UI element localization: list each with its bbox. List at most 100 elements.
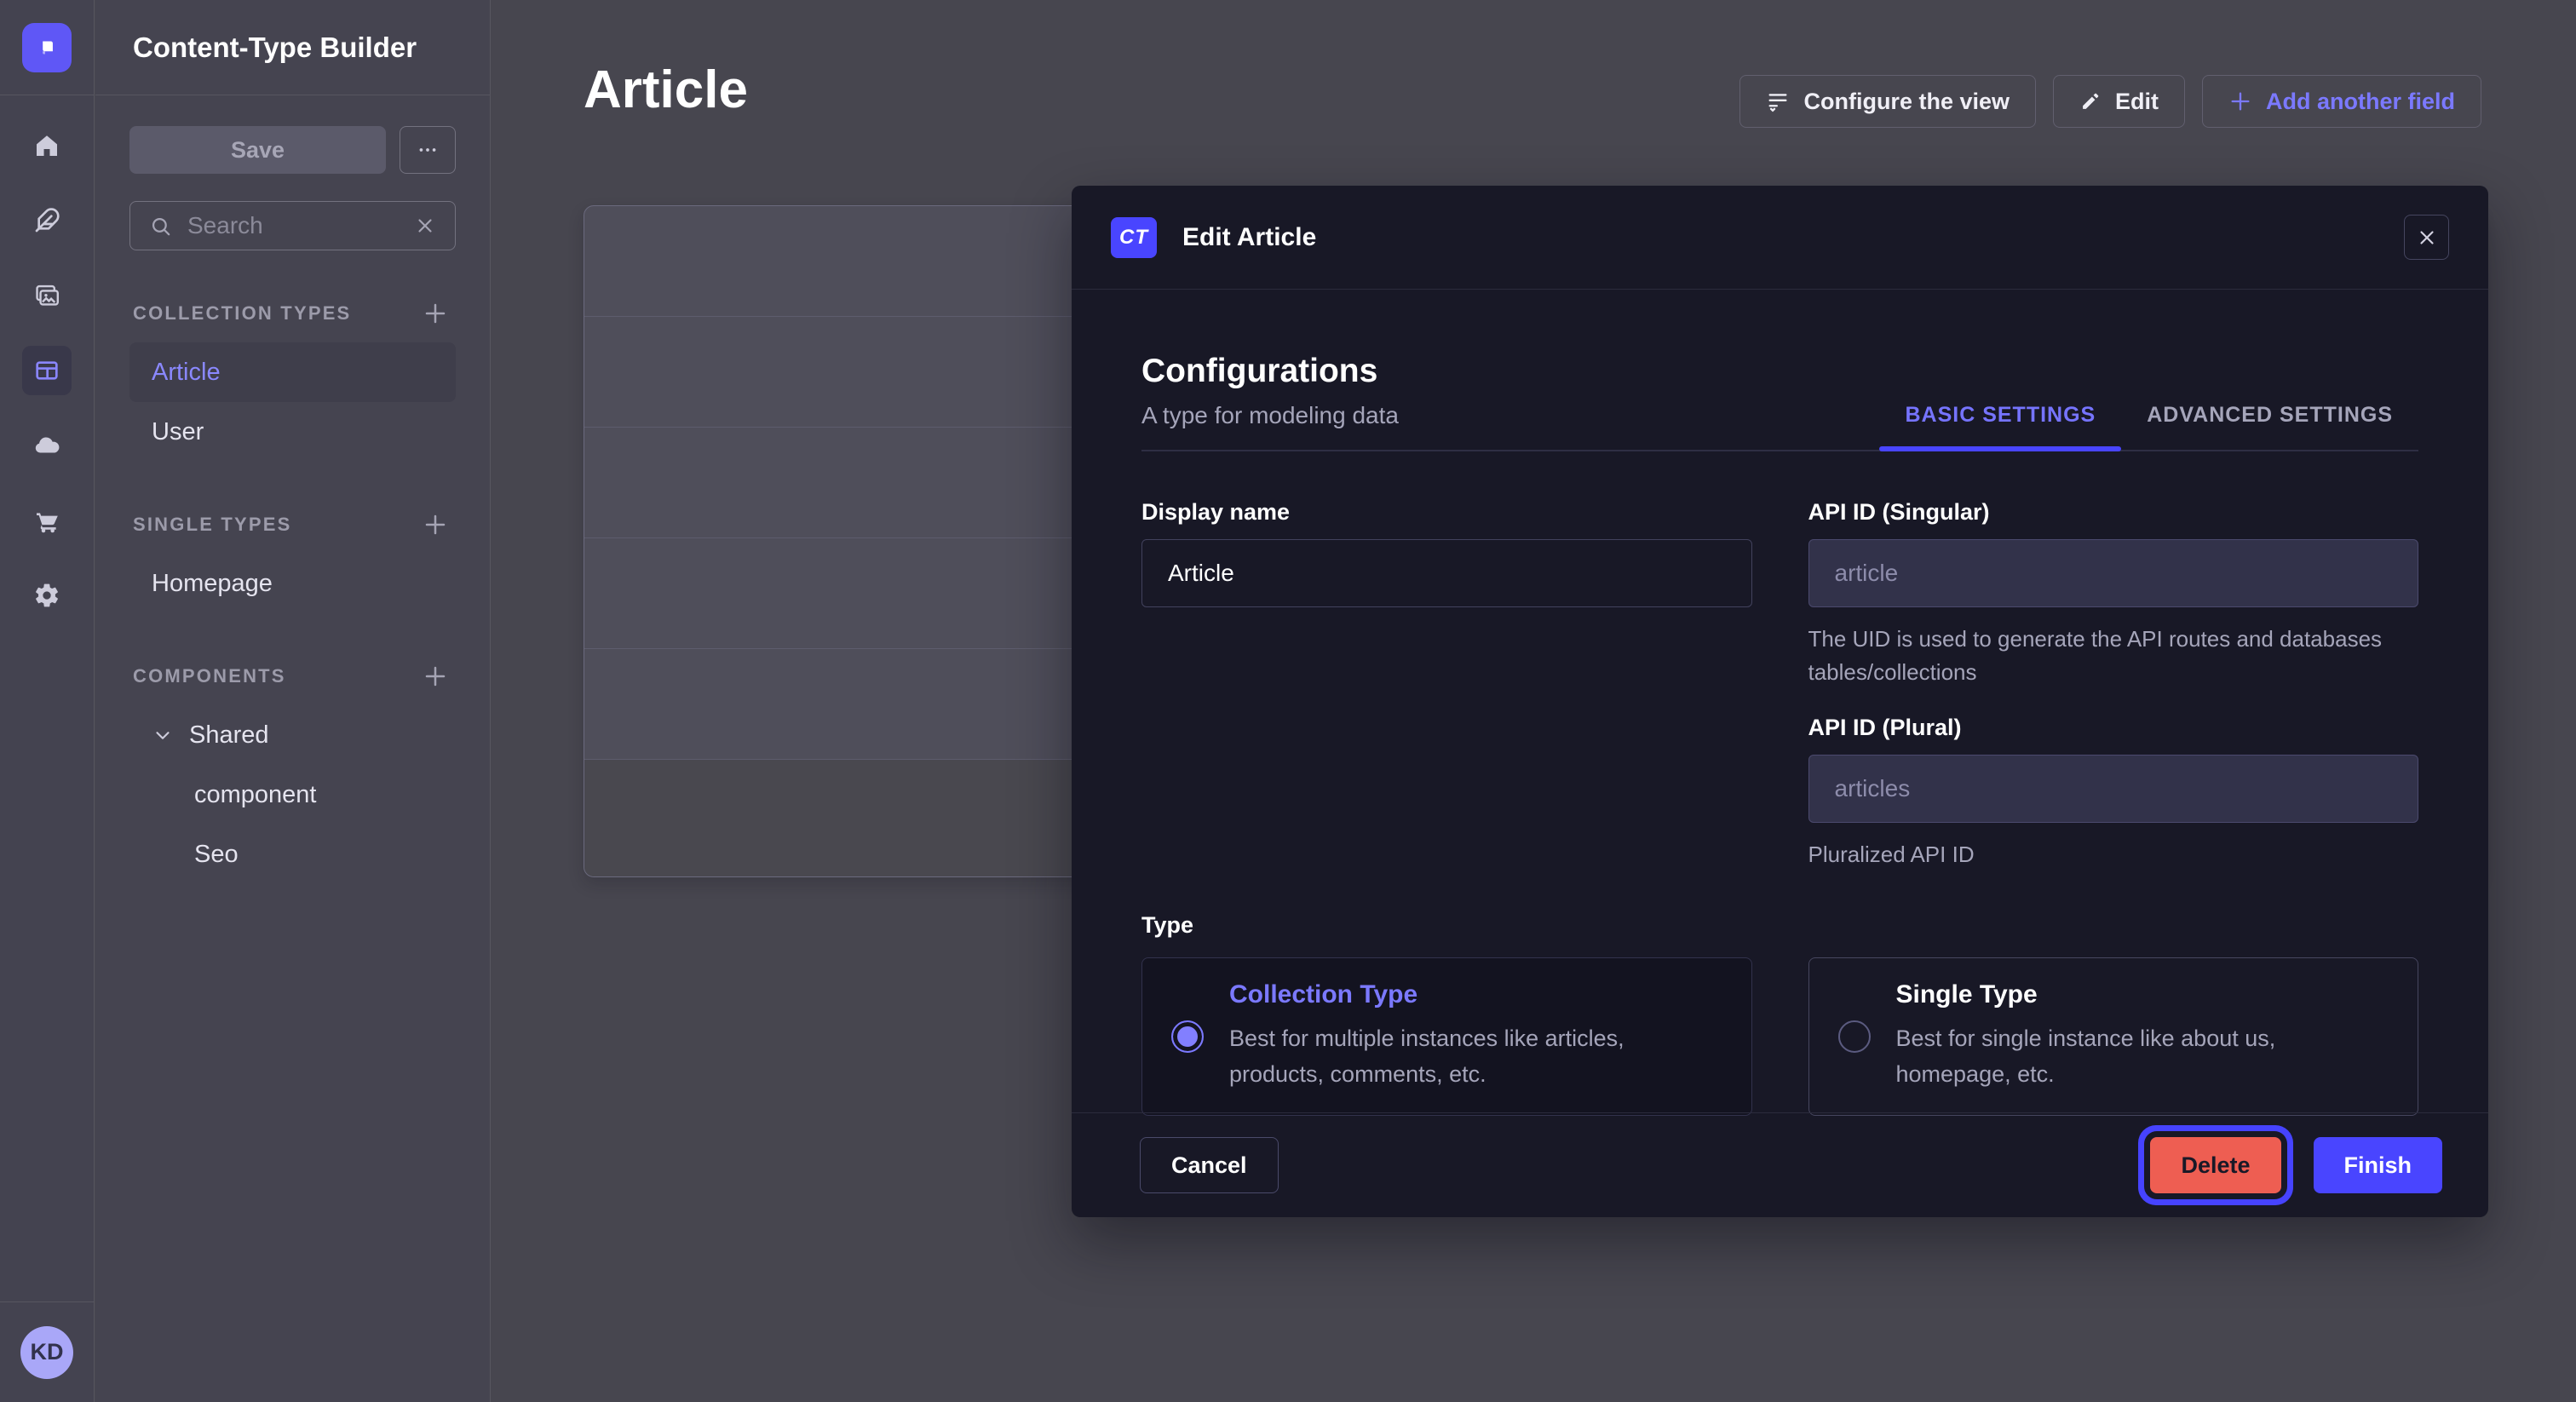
edit-button[interactable]: Edit xyxy=(2053,75,2185,128)
cloud-icon xyxy=(32,431,61,460)
sidebar-item-article[interactable]: Article xyxy=(129,342,456,402)
sidebar-header: Content-Type Builder xyxy=(95,0,490,95)
content-type-badge: CT xyxy=(1111,217,1157,258)
add-component-button[interactable] xyxy=(418,659,452,693)
settings-nav-button[interactable] xyxy=(22,571,72,620)
components-label: COMPONENTS xyxy=(133,665,286,687)
sidebar-item-homepage[interactable]: Homepage xyxy=(129,554,456,613)
collection-types-section: COLLECTION TYPES Article User xyxy=(129,296,456,462)
api-id-plural-label: API ID (Plural) xyxy=(1808,715,2419,741)
plus-icon xyxy=(423,664,448,689)
sidebar-item-seo[interactable]: Seo xyxy=(129,825,456,884)
type-options: Collection Type Best for multiple instan… xyxy=(1141,957,2418,1116)
nav-rail-footer: KD xyxy=(0,1301,94,1402)
add-another-field-button[interactable]: Add another field xyxy=(2202,75,2481,128)
modal-form: Display name API ID (Singular) The UID i… xyxy=(1141,499,2418,1116)
single-type-description: Best for single instance like about us, … xyxy=(1896,1021,2389,1093)
cancel-button[interactable]: Cancel xyxy=(1140,1137,1279,1193)
media-library-nav-button[interactable] xyxy=(22,271,72,320)
home-nav-button[interactable] xyxy=(22,121,72,170)
single-type-option[interactable]: Single Type Best for single instance lik… xyxy=(1808,957,2419,1116)
edit-content-type-modal: CT Edit Article Configurations A type fo… xyxy=(1072,186,2488,1217)
configure-view-button[interactable]: Configure the view xyxy=(1739,75,2036,128)
pencil-icon xyxy=(2079,90,2102,112)
close-icon xyxy=(2416,227,2438,249)
modal-section-head: Configurations A type for modeling data … xyxy=(1141,353,2418,451)
gear-icon xyxy=(33,582,60,609)
api-id-singular-field: API ID (Singular) The UID is used to gen… xyxy=(1808,499,2419,689)
configurations-subtitle: A type for modeling data xyxy=(1141,402,1399,429)
modal-title: Edit Article xyxy=(1182,223,1316,252)
search-input[interactable] xyxy=(187,212,399,239)
feather-icon xyxy=(33,207,60,234)
save-button[interactable]: Save xyxy=(129,126,386,174)
media-library-icon xyxy=(33,282,60,309)
single-types-label: SINGLE TYPES xyxy=(133,514,292,536)
delete-button[interactable]: Delete xyxy=(2150,1137,2280,1193)
collection-types-label: COLLECTION TYPES xyxy=(133,302,351,325)
search-icon xyxy=(149,215,172,238)
collection-type-description: Best for multiple instances like article… xyxy=(1229,1021,1722,1093)
configure-list-icon xyxy=(1766,89,1790,113)
page-title: Article xyxy=(584,60,748,120)
finish-button[interactable]: Finish xyxy=(2314,1137,2443,1193)
close-modal-button[interactable] xyxy=(2404,215,2449,260)
nav-rail-items xyxy=(22,121,72,620)
api-id-singular-hint: The UID is used to generate the API rout… xyxy=(1808,623,2419,689)
sidebar-body: Save COLLECTION TYPES Article Us xyxy=(95,95,490,884)
deploy-nav-button[interactable] xyxy=(22,421,72,470)
plus-icon xyxy=(2228,89,2252,113)
radio-selected-icon xyxy=(1171,1020,1204,1053)
shared-group-label: Shared xyxy=(189,721,269,750)
save-row: Save xyxy=(129,126,456,174)
main-content: Article Configure the view Edit Add anot… xyxy=(492,0,2576,1402)
search-box xyxy=(129,201,456,250)
content-type-builder-icon xyxy=(33,357,60,384)
display-name-input[interactable] xyxy=(1141,539,1752,607)
single-types-section: SINGLE TYPES Homepage xyxy=(129,508,456,613)
modal-footer: Cancel Delete Finish xyxy=(1072,1112,2488,1217)
header-actions: Configure the view Edit Add another fiel… xyxy=(1739,75,2481,128)
plus-icon xyxy=(423,301,448,326)
sidebar-item-user[interactable]: User xyxy=(129,402,456,462)
api-id-plural-input xyxy=(1808,755,2419,823)
content-manager-nav-button[interactable] xyxy=(22,196,72,245)
marketplace-nav-button[interactable] xyxy=(22,496,72,545)
settings-tabs: BASIC SETTINGS ADVANCED SETTINGS xyxy=(1879,403,2418,450)
single-type-title: Single Type xyxy=(1896,980,2389,1009)
sidebar-title: Content-Type Builder xyxy=(133,32,417,64)
display-name-label: Display name xyxy=(1141,499,1752,526)
ellipsis-icon xyxy=(417,139,439,161)
display-name-field: Display name xyxy=(1141,499,1752,689)
sidebar-item-component[interactable]: component xyxy=(129,765,456,825)
collection-type-option[interactable]: Collection Type Best for multiple instan… xyxy=(1141,957,1752,1116)
nav-rail-header xyxy=(0,0,94,95)
components-section: COMPONENTS Shared component Seo xyxy=(129,659,456,884)
tab-basic-settings[interactable]: BASIC SETTINGS xyxy=(1879,403,2121,450)
strapi-logo[interactable] xyxy=(22,23,72,72)
content-type-builder-sidebar: Content-Type Builder Save COLLECTION TYP… xyxy=(95,0,491,1402)
type-label: Type xyxy=(1141,912,2418,939)
plus-icon xyxy=(423,512,448,537)
clear-search-icon[interactable] xyxy=(414,215,436,237)
chevron-down-icon xyxy=(152,724,174,746)
strapi-logo-icon xyxy=(33,34,60,61)
configurations-title: Configurations xyxy=(1141,353,1399,390)
sidebar-group-shared[interactable]: Shared xyxy=(129,705,456,765)
main-nav-rail: KD xyxy=(0,0,95,1402)
api-id-singular-input xyxy=(1808,539,2419,607)
radio-unselected-icon xyxy=(1838,1020,1871,1053)
cart-icon xyxy=(33,507,60,534)
modal-header: CT Edit Article xyxy=(1072,186,2488,290)
content-type-builder-nav-button[interactable] xyxy=(22,346,72,395)
api-id-plural-field: API ID (Plural) Pluralized API ID xyxy=(1808,715,2419,871)
more-actions-button[interactable] xyxy=(400,126,456,174)
collection-type-title: Collection Type xyxy=(1229,980,1722,1009)
add-collection-type-button[interactable] xyxy=(418,296,452,330)
home-icon xyxy=(33,132,60,159)
add-single-type-button[interactable] xyxy=(418,508,452,542)
api-id-singular-label: API ID (Singular) xyxy=(1808,499,2419,526)
modal-body: Configurations A type for modeling data … xyxy=(1072,290,2488,1116)
tab-advanced-settings[interactable]: ADVANCED SETTINGS xyxy=(2121,403,2418,450)
avatar[interactable]: KD xyxy=(20,1326,73,1379)
